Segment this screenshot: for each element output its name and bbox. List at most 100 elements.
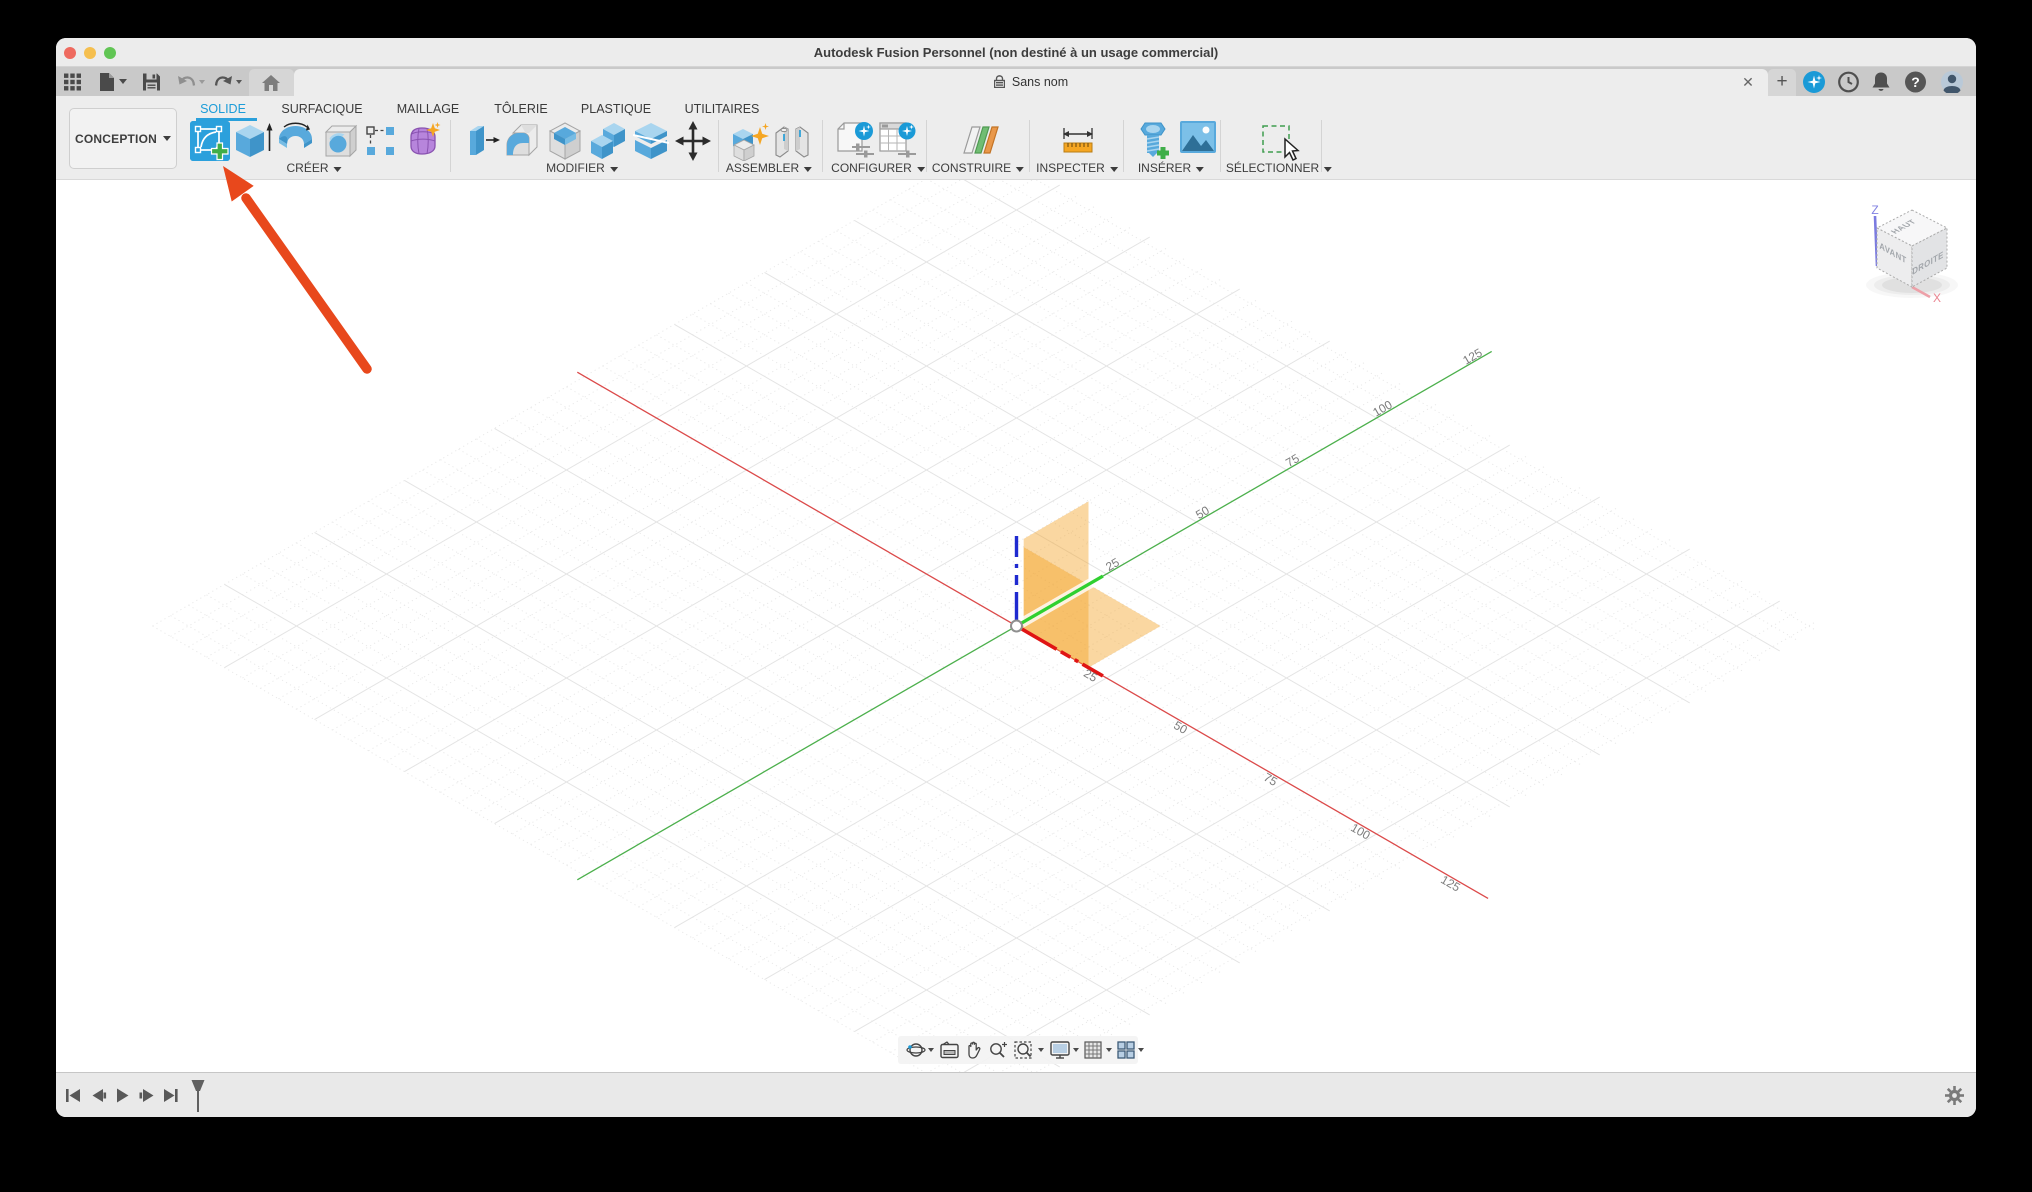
tab-surfacique[interactable]: SURFACIQUE	[281, 101, 362, 117]
scene-canvas[interactable]: 252550507575100100125125	[56, 180, 1976, 1072]
combine-button[interactable]	[590, 121, 626, 161]
create-form-button[interactable]	[407, 121, 441, 161]
grid-line	[494, 340, 1330, 825]
grid-settings-icon[interactable]	[1084, 1041, 1102, 1059]
timeline-play-button[interactable]	[117, 1088, 129, 1103]
group-modifier[interactable]: MODIFIER	[546, 160, 618, 176]
grid-line	[728, 475, 1564, 960]
redo-icon[interactable]	[214, 74, 233, 89]
grid-settings-caret-icon[interactable]	[1106, 1048, 1112, 1052]
tab-tolerie[interactable]: TÔLERIE	[494, 101, 548, 117]
orbit-icon[interactable]	[906, 1041, 926, 1059]
home-tab[interactable]	[249, 69, 294, 96]
ribbon-separator	[926, 120, 927, 172]
insert-canvas-button[interactable]	[1180, 121, 1216, 153]
avatar[interactable]	[1941, 70, 1963, 93]
timeline-skip-start-button[interactable]	[66, 1089, 80, 1102]
tab-utilitaires[interactable]: UTILITAIRES	[685, 101, 760, 117]
group-selectionner[interactable]: SÉLECTIONNER	[1226, 160, 1333, 176]
orbit-caret-icon[interactable]	[928, 1048, 934, 1052]
grid-line	[386, 278, 1222, 762]
titlebar: Autodesk Fusion Personnel (non destiné à…	[56, 38, 1976, 67]
grid-line	[188, 180, 998, 648]
viewports-icon[interactable]	[1117, 1041, 1135, 1059]
group-construire[interactable]: CONSTRUIRE	[932, 160, 1025, 176]
app-grid-icon[interactable]	[64, 73, 81, 90]
save-icon[interactable]	[143, 73, 160, 90]
press-pull-button[interactable]	[464, 121, 500, 161]
extrude-button[interactable]	[236, 121, 274, 161]
timeline-step-forward-button[interactable]	[139, 1089, 154, 1102]
grid-line	[278, 215, 1114, 700]
timeline-settings-gear-icon[interactable]	[1945, 1086, 1964, 1105]
timeline-step-back-button[interactable]	[92, 1089, 107, 1102]
timeline-playhead[interactable]	[191, 1080, 205, 1112]
undo-icon[interactable]	[177, 74, 196, 89]
fillet-button[interactable]	[505, 121, 539, 161]
configuration-table-button[interactable]	[878, 121, 916, 161]
pan-icon[interactable]	[965, 1041, 982, 1059]
view-cube[interactable]: HAUT AVANT DROITE Z X	[1816, 180, 1976, 320]
joint-button[interactable]	[775, 121, 809, 161]
display-settings-caret-icon[interactable]	[1073, 1048, 1079, 1052]
look-at-icon[interactable]	[940, 1041, 959, 1059]
shell-button[interactable]	[548, 121, 582, 161]
measure-button[interactable]	[1063, 121, 1093, 161]
ribbon: CONCEPTION SOLIDE SURFACIQUE MAILLAGE TÔ…	[56, 96, 1976, 180]
close-document-button[interactable]: ✕	[1738, 69, 1758, 96]
help-icon[interactable]: ?	[1905, 71, 1926, 92]
tab-solide[interactable]: SOLIDE	[200, 101, 246, 117]
move-copy-button[interactable]	[675, 121, 711, 161]
ribbon-separator	[450, 120, 451, 172]
configuration-button[interactable]	[836, 121, 874, 161]
grid-line	[800, 517, 1636, 1001]
origin-point[interactable]	[1010, 619, 1023, 633]
timeline-skip-end-button[interactable]	[164, 1089, 178, 1102]
rectangular-pattern-button[interactable]	[365, 121, 395, 161]
tab-plastique[interactable]: PLASTIQUE	[581, 101, 651, 117]
extensions-icon[interactable]	[1803, 70, 1825, 93]
construct-plane-button[interactable]	[962, 121, 1000, 161]
redo-menu-caret[interactable]	[236, 80, 242, 84]
new-document-tab-button[interactable]: +	[1768, 69, 1796, 96]
select-button[interactable]	[1260, 121, 1300, 161]
group-inserer[interactable]: INSÉRER	[1138, 160, 1205, 176]
undo-menu-caret[interactable]	[199, 80, 205, 84]
grid-line	[458, 319, 1294, 804]
revolve-button[interactable]	[277, 121, 314, 161]
file-menu-caret[interactable]	[119, 79, 127, 84]
viewports-caret-icon[interactable]	[1138, 1048, 1144, 1052]
split-body-button[interactable]	[633, 121, 669, 161]
insert-fastener-button[interactable]	[1137, 121, 1169, 161]
grid-line	[800, 251, 1636, 735]
inspecter-caret-icon	[1109, 166, 1118, 172]
zoom-icon[interactable]	[989, 1041, 1008, 1059]
grid-line	[512, 351, 1348, 835]
create-sketch-button[interactable]	[190, 121, 230, 161]
grid-line	[296, 226, 1132, 710]
fit-caret-icon[interactable]	[1038, 1048, 1044, 1052]
grid-line	[872, 209, 1708, 693]
group-inspecter[interactable]: INSPECTER	[1036, 160, 1118, 176]
new-component-button[interactable]	[733, 121, 769, 161]
grid-line	[728, 292, 1564, 777]
grid-line	[422, 299, 1258, 783]
grid-line	[710, 465, 1546, 949]
display-settings-icon[interactable]	[1050, 1041, 1070, 1059]
grid-line	[386, 490, 1222, 974]
tab-maillage[interactable]: MAILLAGE	[397, 101, 460, 117]
workspace-selector[interactable]: CONCEPTION	[69, 108, 177, 169]
group-creer[interactable]: CRÉER	[286, 160, 342, 176]
document-tab[interactable]: Sans nom ✕	[294, 69, 1768, 96]
group-assembler[interactable]: ASSEMBLER	[726, 160, 813, 176]
fit-icon[interactable]	[1014, 1041, 1034, 1059]
grid-line	[890, 569, 1726, 1053]
grid-line	[818, 527, 1654, 1012]
hole-button[interactable]	[321, 121, 357, 161]
job-status-icon[interactable]	[1838, 71, 1859, 92]
group-configurer[interactable]: CONFIGURER	[831, 160, 925, 176]
file-icon[interactable]	[99, 72, 115, 91]
viewport[interactable]: 25 25 50 50 75 75 100 100 125 125 HAUT AVANT DROI…	[56, 180, 1976, 1072]
document-tab-title: Sans nom	[294, 69, 1768, 96]
notifications-icon[interactable]	[1871, 71, 1891, 92]
